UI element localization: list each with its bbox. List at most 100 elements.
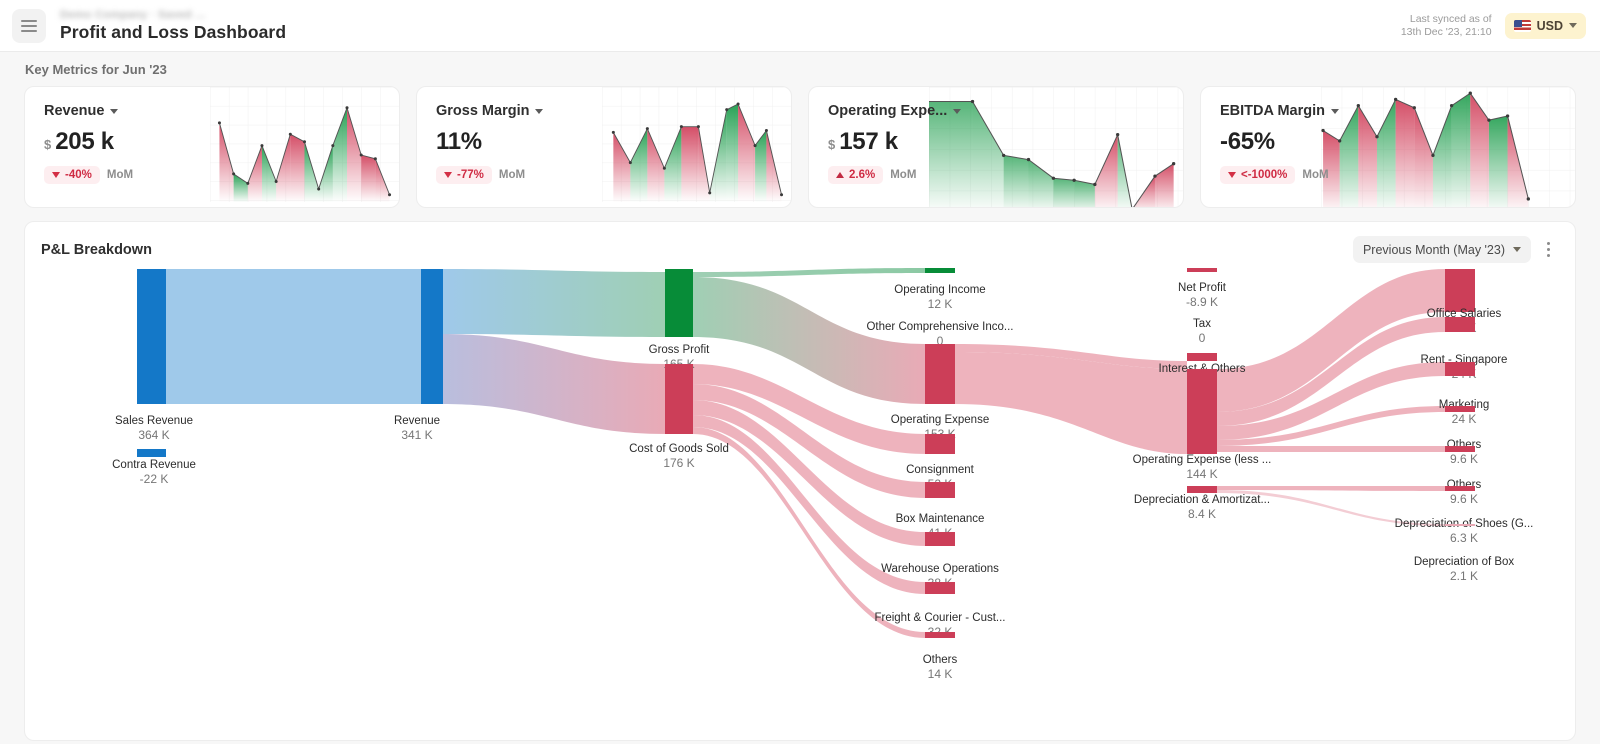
sankey-link	[693, 268, 925, 277]
sankey-node-value: -22 K	[140, 472, 169, 486]
sankey-node[interactable]	[1187, 369, 1217, 454]
kpi-card-gross-margin[interactable]: Gross Margin 11% -77% MoM	[416, 86, 792, 208]
kpi-value-row: 11%	[436, 128, 592, 156]
kpi-row: Revenue $ 205 k -40% MoM Gross Margin 11…	[0, 86, 1600, 208]
kpi-delta-period: MoM	[890, 169, 917, 181]
sankey-node[interactable]	[925, 482, 955, 498]
sankey-node[interactable]	[665, 269, 693, 337]
kpi-value: -65%	[1220, 128, 1275, 155]
sankey-node[interactable]	[925, 344, 955, 404]
trend-up-icon	[836, 172, 844, 178]
sankey-node[interactable]	[925, 582, 955, 594]
kpi-metric-selector[interactable]: Revenue	[44, 103, 200, 119]
kpi-info: Operating Expe... $ 157 k 2.6% MoM	[809, 87, 984, 207]
sankey-node-value: 176 K	[663, 456, 694, 470]
last-synced-time: 13th Dec '23, 21:10	[1400, 25, 1492, 38]
sankey-node-value: 8.4 K	[1188, 507, 1216, 521]
sankey-node-value: 24 K	[1452, 412, 1477, 426]
kpi-metric-selector[interactable]: Operating Expe...	[828, 103, 984, 119]
sankey-link	[1217, 269, 1445, 412]
sankey-node-label: Operating Expense (less ...	[1133, 454, 1272, 466]
kpi-delta-value: 2.6%	[849, 169, 876, 181]
sankey-link	[1217, 486, 1445, 491]
chevron-down-icon	[1513, 247, 1521, 252]
sankey-node[interactable]	[137, 449, 166, 457]
sankey-node[interactable]	[925, 434, 955, 454]
last-synced: Last synced as of 13th Dec '23, 21:10	[1401, 13, 1492, 39]
kpi-delta-row: -40% MoM	[44, 166, 200, 184]
sankey-node-value: 144 K	[1186, 467, 1217, 481]
sankey-node[interactable]	[1445, 406, 1475, 412]
sankey-node-value: 364 K	[138, 428, 169, 442]
sankey-node-label: Consignment	[906, 464, 975, 476]
kpi-value: 11%	[436, 128, 482, 155]
kpi-info: Revenue $ 205 k -40% MoM	[25, 87, 200, 207]
currency-label: USD	[1536, 18, 1563, 33]
sankey-node-value: 2.1 K	[1450, 569, 1478, 583]
sankey-node-value: 0	[1199, 331, 1206, 345]
kpi-delta-row: -77% MoM	[436, 166, 592, 184]
page-title: Profit and Loss Dashboard	[60, 21, 287, 42]
sankey-node[interactable]	[925, 532, 955, 546]
kpi-metric-selector[interactable]: EBITDA Margin	[1220, 103, 1376, 119]
breadcrumb: Demo Company · Saved ...	[60, 8, 206, 21]
sankey-node-label: Operating Expense	[891, 414, 989, 426]
key-metrics-title: Key Metrics for Jun '23	[25, 62, 167, 77]
sankey-node[interactable]	[1445, 317, 1475, 332]
sankey-node-value: 12 K	[928, 297, 953, 311]
panel-title: P&L Breakdown	[41, 241, 152, 258]
currency-selector[interactable]: USD	[1504, 12, 1586, 39]
kpi-card-ebitda-margin[interactable]: EBITDA Margin -65% <-1000% MoM	[1200, 86, 1576, 208]
sankey-node-label: Freight & Courier - Cust...	[874, 612, 1005, 624]
kpi-delta-period: MoM	[1302, 169, 1329, 181]
chevron-down-icon	[110, 108, 119, 114]
sankey-node-value: 6.3 K	[1450, 531, 1478, 545]
title-block: Demo Company · Saved ... Profit and Loss…	[60, 9, 286, 43]
kpi-delta-period: MoM	[498, 169, 526, 181]
sankey-node[interactable]	[1445, 446, 1475, 452]
kpi-info: Gross Margin 11% -77% MoM	[417, 87, 592, 207]
sankey-node[interactable]	[1187, 486, 1217, 493]
sankey-node[interactable]	[1445, 269, 1475, 312]
sankey-node-label: Net Profit	[1178, 282, 1227, 294]
kpi-metric-selector[interactable]: Gross Margin	[436, 103, 592, 119]
sankey-node[interactable]	[1445, 486, 1475, 491]
panel-tools: Previous Month (May '23)	[1352, 236, 1559, 263]
sankey-node[interactable]	[665, 364, 693, 434]
sankey-node[interactable]	[925, 632, 955, 638]
kpi-delta-badge: -40%	[44, 166, 100, 184]
kpi-metric-name: Gross Margin	[436, 103, 530, 119]
kpi-delta-row: <-1000% MoM	[1220, 166, 1376, 184]
sankey-link	[166, 269, 421, 404]
kpi-metric-name: EBITDA Margin	[1220, 103, 1325, 119]
kpi-metric-name: Revenue	[44, 103, 105, 119]
kpi-delta-value: -40%	[65, 169, 92, 181]
sankey-node-label: Others	[923, 654, 958, 666]
kpi-delta-value: -77%	[457, 169, 484, 181]
kpi-currency-symbol: $	[44, 137, 52, 152]
kebab-menu-icon[interactable]	[1537, 237, 1559, 263]
period-selector[interactable]: Previous Month (May '23)	[1352, 236, 1531, 263]
sankey-node[interactable]	[1187, 353, 1217, 361]
sankey-node-value: 14 K	[928, 667, 953, 681]
chevron-down-icon	[1569, 23, 1577, 28]
sankey-node[interactable]	[1445, 524, 1475, 526]
kpi-card-operating-expense[interactable]: Operating Expe... $ 157 k 2.6% MoM	[808, 86, 1184, 208]
kpi-value-row: $ 205 k	[44, 128, 200, 156]
revenue-sparkline	[210, 87, 399, 203]
sankey-node[interactable]	[421, 269, 443, 404]
sankey-node[interactable]	[925, 268, 955, 273]
kpi-delta-badge: <-1000%	[1220, 166, 1296, 184]
pl-breakdown-panel: P&L Breakdown Previous Month (May '23) S…	[24, 221, 1576, 741]
sankey-node[interactable]	[1187, 268, 1217, 272]
gross-margin-sparkline	[602, 87, 791, 203]
sankey-node-label: Warehouse Operations	[881, 563, 999, 575]
sankey-node-label: Contra Revenue	[112, 459, 196, 471]
sankey-node[interactable]	[1445, 362, 1475, 376]
sankey-node-value: -8.9 K	[1186, 295, 1218, 309]
sankey-node[interactable]	[137, 269, 166, 404]
sankey-node-value: 9.6 K	[1450, 492, 1478, 506]
last-synced-label: Last synced as of	[1409, 12, 1492, 25]
hamburger-icon[interactable]	[12, 8, 46, 43]
kpi-card-revenue[interactable]: Revenue $ 205 k -40% MoM	[24, 86, 400, 208]
